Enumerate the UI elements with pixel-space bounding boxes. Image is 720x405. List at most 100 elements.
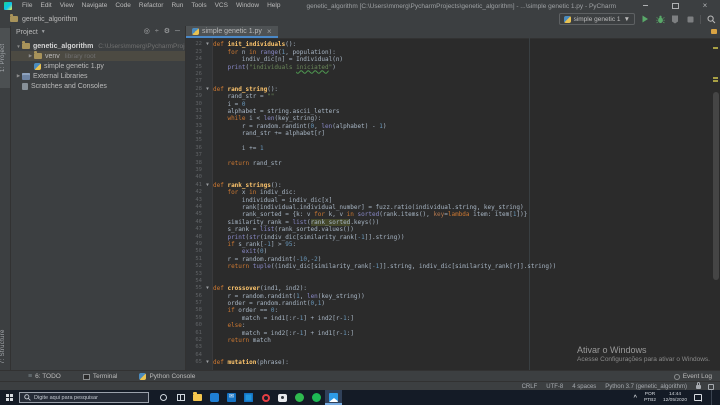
hide-panel-icon[interactable]: ─ [175, 26, 180, 38]
locate-file-icon[interactable]: ◎ [144, 26, 150, 38]
fold-arrow-icon[interactable]: ▼ [202, 86, 213, 93]
clock[interactable]: 14:44 12/05/2020 [663, 392, 687, 403]
menu-run[interactable]: Run [167, 0, 187, 12]
run-config-selector[interactable]: simple genetic 1 ▼ [558, 13, 635, 25]
fold-arrow-icon[interactable]: ▼ [202, 359, 213, 366]
status-item-0[interactable]: CRLF [522, 384, 538, 390]
language-indicator[interactable]: POR PTB2 [644, 392, 656, 403]
tree-item-scratches-and-consoles[interactable]: Scratches and Consoles [11, 81, 185, 91]
menu-vcs[interactable]: VCS [211, 0, 232, 12]
code-line: 38 return rand_str [186, 160, 720, 167]
settings-gear-icon[interactable]: ⚙ [164, 26, 170, 38]
menu-tools[interactable]: Tools [187, 0, 210, 12]
search-everywhere-button[interactable] [706, 14, 716, 24]
taskbar-search-input[interactable]: Digite aqui para pesquisar [19, 392, 149, 403]
taskbar-app-cortana-icon[interactable] [155, 390, 172, 405]
taskbar-app-blue-app-2-icon[interactable] [240, 390, 257, 405]
status-item-1[interactable]: UTF-8 [546, 384, 563, 390]
warning-stripe-mark[interactable] [713, 77, 718, 79]
project-view-selector[interactable]: Project [16, 29, 38, 36]
collapse-all-icon[interactable]: ÷ [155, 26, 159, 38]
token: k, v [328, 211, 347, 219]
menu-edit[interactable]: Edit [36, 0, 55, 12]
taskbar-app-light-app-icon[interactable] [274, 390, 291, 405]
code-line: 60 else: [186, 322, 720, 329]
close-tab-icon[interactable]: × [267, 27, 272, 36]
code-line: 27 [186, 78, 720, 85]
warning-stripe-mark[interactable] [713, 47, 718, 49]
taskbar-apps: ✉ [155, 390, 342, 405]
notification-center-icon[interactable] [694, 394, 702, 402]
hidden-icons-chevron[interactable]: ^ [633, 395, 637, 401]
taskbar-app-blue-app-icon[interactable] [206, 390, 223, 405]
code-text: s_rank = list(rank_sorted.values()) [213, 226, 353, 233]
tree-item-external-libraries[interactable]: ▶ External Libraries [11, 71, 185, 81]
token: print [227, 63, 246, 71]
status-item-2[interactable]: 4 spaces [572, 384, 596, 390]
taskbar-app-whatsapp-icon[interactable] [291, 390, 308, 405]
editor-tab-simple-genetic[interactable]: simple genetic 1.py × [186, 26, 278, 38]
tool-button-6-todo[interactable]: ≡ 6: TODO [28, 373, 61, 380]
taskbar-app-mail-icon[interactable]: ✉ [223, 390, 240, 405]
menu-code[interactable]: Code [111, 0, 135, 12]
token: "individuals [249, 63, 297, 71]
close-button[interactable]: × [690, 0, 720, 12]
inspection-indicator[interactable] [711, 29, 717, 34]
taskbar-app-file-explorer-icon[interactable] [189, 390, 206, 405]
fold-arrow-icon[interactable]: ▼ [202, 285, 213, 292]
token: exit [241, 248, 257, 256]
tree-item-venv[interactable]: ▶ venv library root [11, 51, 185, 61]
status-item-3[interactable]: Python 3.7 (genetic_algorithm) [605, 384, 687, 390]
token: len [263, 115, 275, 123]
warning-stripe-mark[interactable] [713, 80, 718, 82]
tool-button-python-console[interactable]: Python Console [139, 373, 195, 380]
taskbar-app-opera-icon[interactable] [257, 390, 274, 405]
minimize-button[interactable] [630, 0, 660, 12]
lock-icon[interactable] [696, 382, 701, 389]
code-lines: 2122▼def init_individuals():23 for n in … [186, 38, 720, 367]
menu-view[interactable]: View [56, 0, 78, 12]
menu-file[interactable]: File [18, 0, 36, 12]
tree-expand-arrow[interactable]: ▶ [15, 73, 22, 79]
run-button[interactable] [640, 14, 650, 24]
start-button[interactable] [2, 390, 17, 405]
taskbar-app-green-app-icon[interactable] [308, 390, 325, 405]
maximize-button[interactable] [660, 0, 690, 12]
tree-expand-arrow[interactable]: ▼ [15, 44, 22, 49]
fold-arrow-icon[interactable]: ▼ [202, 182, 213, 189]
editor-scrollbar[interactable] [713, 92, 719, 280]
tree-expand-arrow[interactable]: ▶ [27, 53, 34, 59]
breadcrumb[interactable]: genetic_algorithm [22, 16, 77, 23]
show-desktop-button[interactable] [711, 390, 715, 405]
line-number: 46 [195, 218, 202, 225]
menu-refactor[interactable]: Refactor [135, 0, 168, 12]
stop-button[interactable] [685, 14, 695, 24]
tool-stripe-project[interactable]: 1: Project [0, 28, 10, 88]
line-number: 60 [195, 322, 202, 329]
tree-item-genetic-algorithm[interactable]: ▼ genetic_algorithm C:\Users\mmerg\Pycharm… [11, 41, 185, 51]
menu-navigate[interactable]: Navigate [78, 0, 112, 12]
token: : [292, 240, 297, 248]
token: for [227, 189, 242, 197]
menu-help[interactable]: Help [263, 0, 284, 12]
code-text: for x in indiv_dic: [213, 189, 296, 196]
event-log-button[interactable]: Event Log [673, 373, 712, 380]
code-editor[interactable]: 2122▼def init_individuals():23 for n in … [186, 38, 720, 370]
coverage-button[interactable] [670, 14, 680, 24]
lib-icon [22, 72, 30, 80]
status-widget-icon[interactable] [708, 383, 714, 390]
tool-stripe-structure[interactable]: 7: Structure [0, 324, 10, 370]
taskbar-app-photos-icon[interactable] [325, 390, 342, 405]
debug-button[interactable] [655, 14, 665, 24]
menu-window[interactable]: Window [232, 0, 263, 12]
fold-arrow-icon[interactable]: ▼ [202, 41, 213, 48]
taskbar-app-task-view-icon[interactable] [172, 390, 189, 405]
tool-button-terminal[interactable]: Terminal [82, 373, 117, 380]
code-line: 56 r = random.randint(1, len(key_string)… [186, 293, 720, 300]
tree-item-simple-genetic-1-py[interactable]: simple genetic 1.py [11, 61, 185, 71]
